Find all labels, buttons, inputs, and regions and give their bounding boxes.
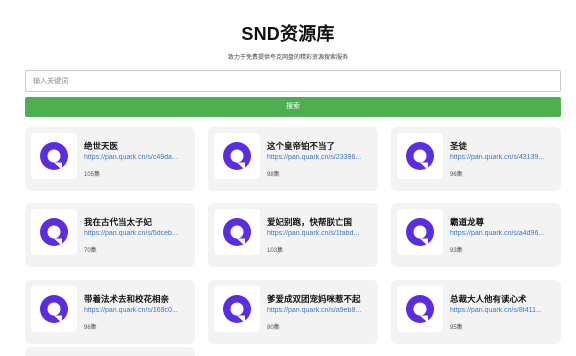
quark-logo-icon: [214, 286, 260, 332]
result-link[interactable]: https://pan.quark.cn/s/43139...: [450, 154, 556, 161]
result-link[interactable]: https://pan.quark.cn/s/23396...: [267, 154, 373, 161]
quark-logo-icon: [397, 133, 443, 179]
result-card[interactable]: 带着法术去和校花相亲 https://pan.quark.cn/s/169c0.…: [25, 280, 195, 344]
result-card[interactable]: 爱妃别跑，快帮朕亡国 https://pan.quark.cn/s/1fabd.…: [208, 203, 378, 267]
result-episode-count: 105集: [84, 172, 101, 178]
quark-logo-icon: [31, 133, 77, 179]
result-link[interactable]: https://pan.quark.cn/s/8f411...: [450, 307, 556, 314]
quark-logo-icon: [214, 209, 260, 255]
result-card[interactable]: 爹爱成双团宠妈咪惹不起 https://pan.quark.cn/s/a9eb8…: [208, 280, 378, 344]
result-title: 带着法术去和校花相亲: [84, 294, 170, 304]
result-title: 霸道龙尊: [450, 217, 485, 227]
search-input[interactable]: [25, 70, 561, 92]
quark-logo-icon: [31, 286, 77, 332]
result-card-partial[interactable]: [25, 347, 195, 356]
result-title: 总裁大人他有读心术: [450, 294, 527, 304]
result-episode-count: 96集: [450, 172, 463, 178]
result-link[interactable]: https://pan.quark.cn/s/169c0...: [84, 307, 190, 314]
result-episode-count: 98集: [267, 172, 280, 178]
result-title: 爱妃别跑，快帮朕亡国: [267, 217, 353, 227]
result-card[interactable]: 圣徒 https://pan.quark.cn/s/43139... 96集: [391, 127, 561, 191]
quark-logo-icon: [397, 209, 443, 255]
result-link[interactable]: https://pan.quark.cn/s/a9eb8...: [267, 307, 373, 314]
result-link[interactable]: https://pan.quark.cn/s/c49da...: [84, 154, 190, 161]
result-episode-count: 103集: [267, 248, 284, 254]
result-card[interactable]: 霸道龙尊 https://pan.quark.cn/s/a4d96... 93集: [391, 203, 561, 267]
result-title: 圣徒: [450, 141, 468, 151]
result-link[interactable]: https://pan.quark.cn/s/5dceb...: [84, 230, 190, 237]
result-title: 我在古代当太子妃: [84, 217, 153, 227]
result-card[interactable]: 绝世天医 https://pan.quark.cn/s/c49da... 105…: [25, 127, 195, 191]
result-title: 这个皇帝铂不当了: [267, 141, 336, 151]
result-link[interactable]: https://pan.quark.cn/s/1fabd...: [267, 230, 373, 237]
result-card[interactable]: 我在古代当太子妃 https://pan.quark.cn/s/5dceb...…: [25, 203, 195, 267]
result-episode-count: 93集: [450, 248, 463, 254]
result-episode-count: 95集: [450, 325, 463, 331]
search-button[interactable]: 搜索: [25, 97, 561, 117]
result-card[interactable]: 总裁大人他有读心术 https://pan.quark.cn/s/8f411..…: [391, 280, 561, 344]
page-title: SND资源库: [241, 24, 335, 44]
quark-logo-icon: [214, 133, 260, 179]
result-episode-count: 80集: [267, 325, 280, 331]
result-episode-count: 70集: [84, 248, 97, 254]
result-title: 绝世天医: [84, 141, 119, 151]
result-card[interactable]: 这个皇帝铂不当了 https://pan.quark.cn/s/23396...…: [208, 127, 378, 191]
result-link[interactable]: https://pan.quark.cn/s/a4d96...: [450, 230, 556, 237]
page-subtitle: 致力于免费提供夸克网盘的精彩资源搜索服务: [227, 55, 348, 61]
result-episode-count: 96集: [84, 325, 97, 331]
quark-logo-icon: [31, 209, 77, 255]
result-title: 爹爱成双团宠妈咪惹不起: [267, 294, 361, 304]
quark-logo-icon: [397, 286, 443, 332]
